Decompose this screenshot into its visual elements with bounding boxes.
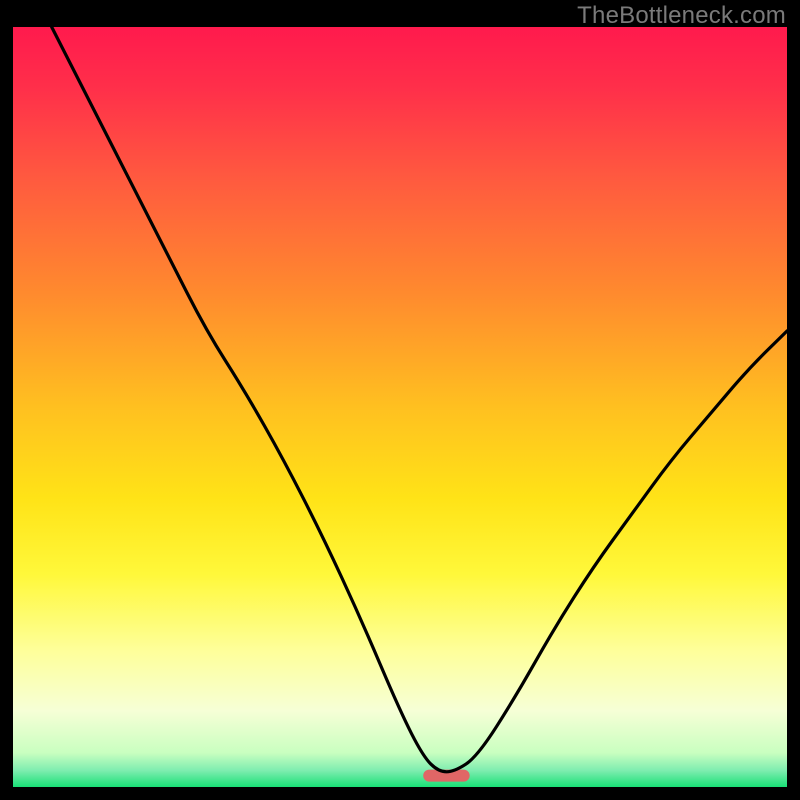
bottleneck-chart bbox=[13, 27, 787, 787]
watermark-text: TheBottleneck.com bbox=[577, 2, 786, 30]
gradient-background bbox=[13, 27, 787, 787]
chart-frame bbox=[13, 27, 787, 787]
